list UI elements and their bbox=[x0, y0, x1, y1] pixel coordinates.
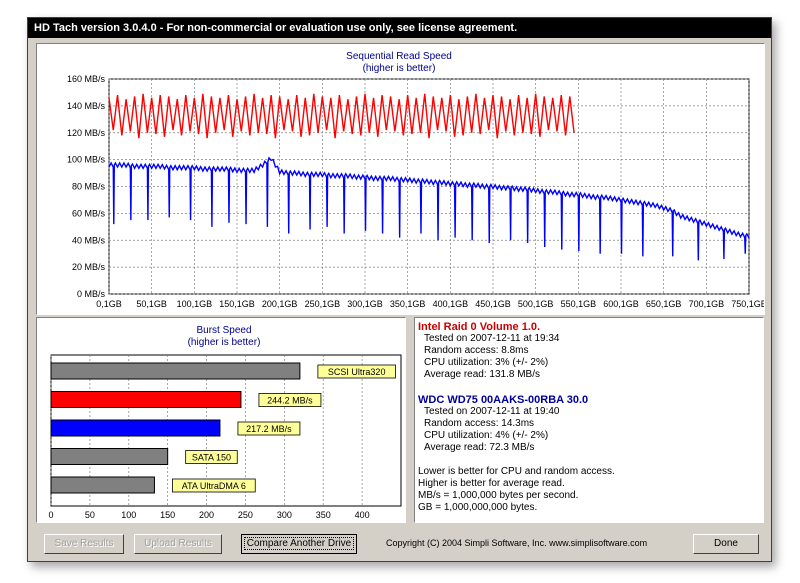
seq-ytick-label: 100 MB/s bbox=[67, 155, 106, 165]
done-button[interactable]: Done bbox=[693, 534, 759, 554]
done-label: Done bbox=[714, 538, 738, 549]
seq-chart-title: Sequential Read Speed bbox=[346, 51, 452, 62]
seq-chart-subtitle: (higher is better) bbox=[363, 63, 436, 74]
burst-xtick-label: 350 bbox=[316, 510, 331, 520]
seq-xtick-label: 300,1GB bbox=[347, 299, 383, 309]
seq-xtick-label: 450,1GB bbox=[475, 299, 511, 309]
window-title: HD Tach version 3.0.4.0 - For non-commer… bbox=[34, 22, 518, 34]
seq-ytick-label: 60 MB/s bbox=[72, 208, 106, 218]
burst-speed-chart: Burst Speed (higher is better) 0 50 100 150… bbox=[48, 325, 402, 520]
drive1-name: Intel Raid 0 Volume 1.0. bbox=[418, 321, 541, 333]
seq-xtick-label: 400,1GB bbox=[433, 299, 469, 309]
hdtach-window: HD Tach version 3.0.4.0 - For non-commer… bbox=[27, 17, 772, 562]
drive1-avg-read: Average read: 131.8 MB/s bbox=[424, 369, 540, 380]
burst-xtick-label: 0 bbox=[48, 510, 53, 520]
seq-xtick-label: 600,1GB bbox=[603, 299, 639, 309]
seq-ytick-label: 80 MB/s bbox=[72, 182, 106, 192]
upload-results-button[interactable]: Upload Results bbox=[134, 534, 222, 554]
burst-bar-label: ATA UltraDMA 6 bbox=[182, 481, 246, 491]
drive2-cpu: CPU utilization: 4% (+/- 2%) bbox=[424, 430, 549, 441]
seq-xtick-label: 50,1GB bbox=[136, 299, 167, 309]
save-results-button[interactable]: Save Results bbox=[44, 534, 124, 554]
compare-another-drive-label: Compare Another Drive bbox=[243, 537, 355, 550]
drive2-avg-read: Average read: 72.3 MB/s bbox=[424, 442, 535, 453]
seq-ytick-label: 140 MB/s bbox=[67, 101, 106, 111]
save-results-label: Save Results bbox=[54, 538, 114, 549]
drive1-info: Intel Raid 0 Volume 1.0. Tested on 2007-… bbox=[418, 321, 559, 381]
burst-bar bbox=[50, 419, 221, 437]
seq-ytick-label: 0 MB/s bbox=[77, 289, 106, 299]
seq-ytick-label: 160 MB/s bbox=[67, 74, 106, 84]
seq-ytick-label: 40 MB/s bbox=[72, 235, 106, 245]
burst-bar-label: 244.2 MB/s bbox=[267, 396, 313, 406]
seq-xtick-label: 550,1GB bbox=[561, 299, 597, 309]
seq-ytick-label: 120 MB/s bbox=[67, 128, 106, 138]
burst-xtick-label: 150 bbox=[160, 510, 175, 520]
burst-bar bbox=[50, 476, 155, 494]
seq-xtick-label: 700,1GB bbox=[689, 299, 725, 309]
burst-bar-label: SATA 150 bbox=[192, 453, 231, 463]
seq-xtick-label: 350,1GB bbox=[390, 299, 426, 309]
upload-results-label: Upload Results bbox=[144, 538, 212, 549]
seq-xtick-label: 250,1GB bbox=[305, 299, 341, 309]
burst-bar bbox=[50, 448, 169, 465]
burst-bar-label: 217.2 MB/s bbox=[246, 424, 292, 434]
copyright-text: Copyright (C) 2004 Simpli Software, Inc.… bbox=[386, 538, 648, 548]
note-line: GB = 1,000,000,000 bytes. bbox=[418, 502, 538, 513]
drive1-random-access: Random access: 8.8ms bbox=[424, 345, 529, 356]
burst-xtick-label: 50 bbox=[85, 510, 95, 520]
note-line: Lower is better for CPU and random acces… bbox=[418, 466, 615, 477]
burst-chart-title: Burst Speed bbox=[196, 325, 251, 336]
burst-speed-panel: Burst Speed (higher is better) 0 50 100 150… bbox=[36, 317, 406, 523]
burst-chart-subtitle: (higher is better) bbox=[188, 337, 261, 348]
seq-xtick-label: 200,1GB bbox=[262, 299, 298, 309]
seq-xtick-label: 150,1GB bbox=[219, 299, 255, 309]
seq-xtick-label: 0,1GB bbox=[96, 299, 122, 309]
drive2-name: WDC WD75 00AAKS-00RBA 30.0 bbox=[418, 394, 589, 406]
title-bar[interactable]: HD Tach version 3.0.4.0 - For non-commer… bbox=[28, 18, 771, 38]
sequential-read-panel: Sequential Read Speed (higher is better)… bbox=[36, 43, 765, 315]
seq-xtick-label: 650,1GB bbox=[646, 299, 682, 309]
seq-xtick-label: 750,1GB bbox=[731, 299, 764, 309]
note-line: MB/s = 1,000,000 bytes per second. bbox=[418, 490, 579, 501]
drive1-cpu: CPU utilization: 3% (+/- 2%) bbox=[424, 357, 549, 368]
note-line: Higher is better for average read. bbox=[418, 478, 565, 489]
notes-block: Lower is better for CPU and random acces… bbox=[418, 466, 615, 514]
sequential-read-chart: Sequential Read Speed (higher is better)… bbox=[67, 51, 764, 309]
seq-ytick-label: 20 MB/s bbox=[72, 262, 106, 272]
results-info-panel: Intel Raid 0 Volume 1.0. Tested on 2007-… bbox=[414, 317, 764, 523]
burst-xtick-label: 300 bbox=[277, 510, 292, 520]
seq-xtick-label: 100,1GB bbox=[177, 299, 213, 309]
seq-xtick-label: 500,1GB bbox=[518, 299, 554, 309]
burst-xtick-label: 200 bbox=[199, 510, 214, 520]
drive1-tested: Tested on 2007-12-11 at 19:34 bbox=[424, 333, 560, 344]
drive2-random-access: Random access: 14.3ms bbox=[424, 418, 535, 429]
burst-xtick-label: 400 bbox=[355, 510, 370, 520]
burst-xtick-label: 100 bbox=[121, 510, 136, 520]
burst-bar-label: SCSI Ultra320 bbox=[328, 367, 386, 377]
drive2-info: WDC WD75 00AAKS-00RBA 30.0 Tested on 200… bbox=[418, 394, 588, 454]
burst-xtick-label: 250 bbox=[238, 510, 253, 520]
drive2-tested: Tested on 2007-12-11 at 19:40 bbox=[424, 406, 560, 417]
compare-another-drive-button[interactable]: Compare Another Drive bbox=[241, 534, 357, 554]
burst-bar bbox=[50, 391, 242, 408]
burst-bar bbox=[50, 362, 301, 380]
